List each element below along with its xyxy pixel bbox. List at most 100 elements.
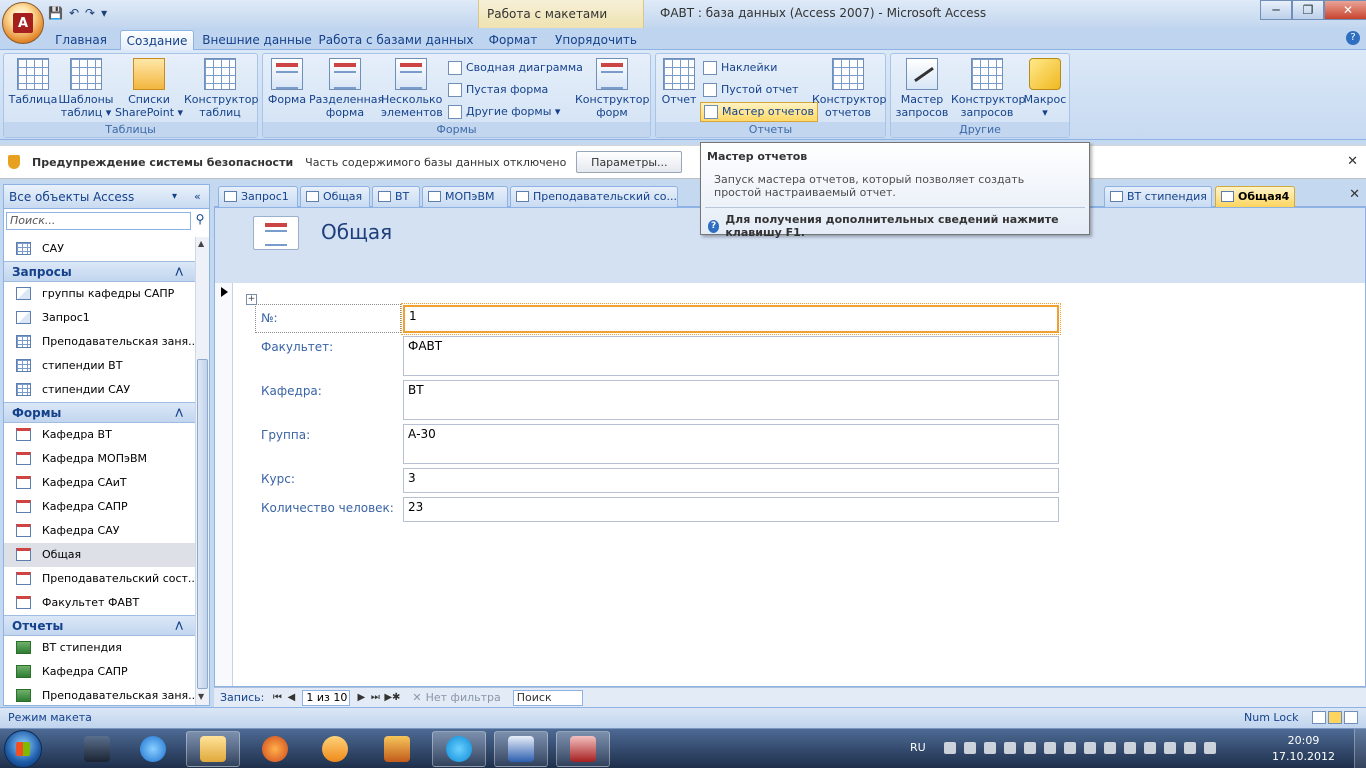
- nav-item-table[interactable]: САУ: [4, 237, 195, 261]
- sharepoint-lists-button[interactable]: Списки SharePoint ▾: [114, 58, 184, 119]
- nav-item-query[interactable]: стипендии ВТ: [4, 354, 195, 378]
- layout-view-icon[interactable]: [1328, 711, 1342, 724]
- record-search-input[interactable]: Поиск: [512, 689, 583, 706]
- record-selector[interactable]: [215, 283, 233, 686]
- redo-icon[interactable]: ↷: [85, 6, 95, 20]
- nav-item-query[interactable]: Преподавательская заня...: [4, 330, 195, 354]
- form-button[interactable]: Форма: [265, 58, 309, 106]
- form-title[interactable]: Общая: [321, 220, 392, 244]
- taskbar-word[interactable]: [494, 731, 548, 767]
- save-icon[interactable]: 💾: [48, 6, 63, 20]
- filter-indicator[interactable]: ✕ Нет фильтра: [412, 691, 500, 704]
- security-close-icon[interactable]: ✕: [1347, 154, 1358, 169]
- taskbar-media-player[interactable]: [308, 731, 362, 767]
- labels-button[interactable]: Наклейки: [700, 58, 780, 78]
- nav-category-forms[interactable]: Формы ⋀: [4, 402, 195, 423]
- nav-item-query[interactable]: стипендии САУ: [4, 378, 195, 402]
- collapse-pane-icon[interactable]: «: [194, 185, 201, 209]
- tray-app-icon[interactable]: [1124, 742, 1136, 754]
- security-options-button[interactable]: Параметры...: [576, 151, 683, 173]
- nav-header[interactable]: Все объекты Access ▾ «: [4, 185, 209, 209]
- prev-record-button[interactable]: ◀: [284, 692, 298, 703]
- nav-category-reports[interactable]: Отчеты ⋀: [4, 615, 195, 636]
- nav-item-form[interactable]: Кафедра САПР: [4, 495, 195, 519]
- field-input-faculty[interactable]: ФАВТ: [403, 336, 1059, 376]
- nav-item-report[interactable]: ВТ стипендия: [4, 636, 195, 660]
- more-forms-button[interactable]: Другие формы ▾: [445, 102, 563, 122]
- taskbar-explorer[interactable]: [186, 731, 240, 767]
- taskbar-firefox[interactable]: [248, 731, 302, 767]
- form-designer-button[interactable]: Конструктор форм: [575, 58, 649, 119]
- search-icon[interactable]: ⚲: [192, 212, 208, 230]
- query-designer-button[interactable]: Конструктор запросов: [951, 58, 1025, 119]
- report-wizard-button[interactable]: Мастер отчетов: [700, 102, 818, 122]
- first-record-button[interactable]: ⏮: [270, 692, 284, 703]
- field-input-count[interactable]: 23: [403, 497, 1059, 522]
- nav-item-form-selected[interactable]: Общая: [4, 543, 195, 567]
- nav-item-form[interactable]: Преподавательский сост...: [4, 567, 195, 591]
- nav-item-form[interactable]: Факультет ФАВТ: [4, 591, 195, 615]
- nav-item-form[interactable]: Кафедра САУ: [4, 519, 195, 543]
- flag-icon[interactable]: [1184, 742, 1196, 754]
- doc-tab-query1[interactable]: Запрос1: [218, 186, 298, 207]
- taskbar-installer[interactable]: [370, 731, 424, 767]
- design-view-icon[interactable]: [1344, 711, 1358, 724]
- office-button[interactable]: A: [2, 2, 44, 44]
- bluetooth-icon[interactable]: [984, 742, 996, 754]
- show-desktop-button[interactable]: [1354, 729, 1366, 768]
- taskbar-access[interactable]: [556, 731, 610, 767]
- taskbar-skype[interactable]: [432, 731, 486, 767]
- doc-tab-obshchaya4[interactable]: Общая4: [1215, 186, 1295, 207]
- tab-format[interactable]: Формат: [478, 30, 548, 50]
- taskbar-ie[interactable]: [126, 731, 180, 767]
- nav-item-form[interactable]: Кафедра САиТ: [4, 471, 195, 495]
- network-icon[interactable]: [1164, 742, 1176, 754]
- nav-scrollbar[interactable]: ▲ ▼: [195, 237, 209, 705]
- nav-item-query[interactable]: Запрос1: [4, 306, 195, 330]
- next-record-button[interactable]: ▶: [354, 692, 368, 703]
- tray-app-icon[interactable]: [1044, 742, 1056, 754]
- scroll-down-icon[interactable]: ▼: [198, 692, 204, 701]
- taskbar-kmplayer[interactable]: [70, 731, 124, 767]
- doc-tab-vt-stipend[interactable]: ВТ стипендия: [1104, 186, 1212, 207]
- bluetooth-icon[interactable]: [964, 742, 976, 754]
- tab-external-data[interactable]: Внешние данные: [200, 30, 314, 50]
- tray-app-icon[interactable]: [1144, 742, 1156, 754]
- query-wizard-button[interactable]: Мастер запросов: [893, 58, 951, 119]
- doc-tab-teaching-staff[interactable]: Преподавательский со...: [510, 186, 678, 207]
- field-input-number[interactable]: 1: [401, 303, 1061, 335]
- macro-button[interactable]: Макрос ▾: [1021, 58, 1069, 119]
- customize-icon[interactable]: ▾: [101, 6, 107, 20]
- bluetooth-icon[interactable]: [944, 742, 956, 754]
- tray-app-icon[interactable]: [1024, 742, 1036, 754]
- form-view-icon[interactable]: [1312, 711, 1326, 724]
- tab-create[interactable]: Создание: [120, 30, 194, 50]
- nav-item-query[interactable]: группы кафедры САПР: [4, 282, 195, 306]
- scroll-thumb[interactable]: [197, 359, 208, 689]
- close-document-icon[interactable]: ✕: [1349, 187, 1360, 202]
- clock[interactable]: 20:09 17.10.2012: [1272, 733, 1335, 765]
- power-icon[interactable]: [1204, 742, 1216, 754]
- language-indicator[interactable]: RU: [910, 741, 926, 754]
- doc-tab-mopevm[interactable]: МОПэВМ: [422, 186, 508, 207]
- tab-database-tools[interactable]: Работа с базами данных: [318, 30, 474, 50]
- nav-search-input[interactable]: Поиск...: [6, 212, 191, 230]
- split-form-button[interactable]: Разделенная форма: [309, 58, 384, 119]
- table-designer-button[interactable]: Конструктор таблиц: [184, 58, 258, 119]
- tray-app-icon[interactable]: [1084, 742, 1096, 754]
- field-input-group[interactable]: А-30: [403, 424, 1059, 464]
- record-position-input[interactable]: 1 из 10: [302, 689, 351, 706]
- multiple-items-button[interactable]: Несколько элементов: [381, 58, 443, 119]
- last-record-button[interactable]: ⏭: [368, 692, 382, 703]
- nav-category-queries[interactable]: Запросы ⋀: [4, 261, 195, 282]
- field-input-department[interactable]: ВТ: [403, 380, 1059, 420]
- nav-item-report[interactable]: Преподавательская заня...: [4, 684, 195, 705]
- close-button[interactable]: ✕: [1324, 0, 1366, 20]
- field-input-course[interactable]: 3: [403, 468, 1059, 493]
- nav-item-form[interactable]: Кафедра МОПэВМ: [4, 447, 195, 471]
- tab-arrange[interactable]: Упорядочить: [550, 30, 642, 50]
- undo-icon[interactable]: ↶: [69, 6, 79, 20]
- doc-tab-vt[interactable]: ВТ: [372, 186, 420, 207]
- table-button[interactable]: Таблица: [7, 58, 59, 106]
- tray-app-icon[interactable]: [1104, 742, 1116, 754]
